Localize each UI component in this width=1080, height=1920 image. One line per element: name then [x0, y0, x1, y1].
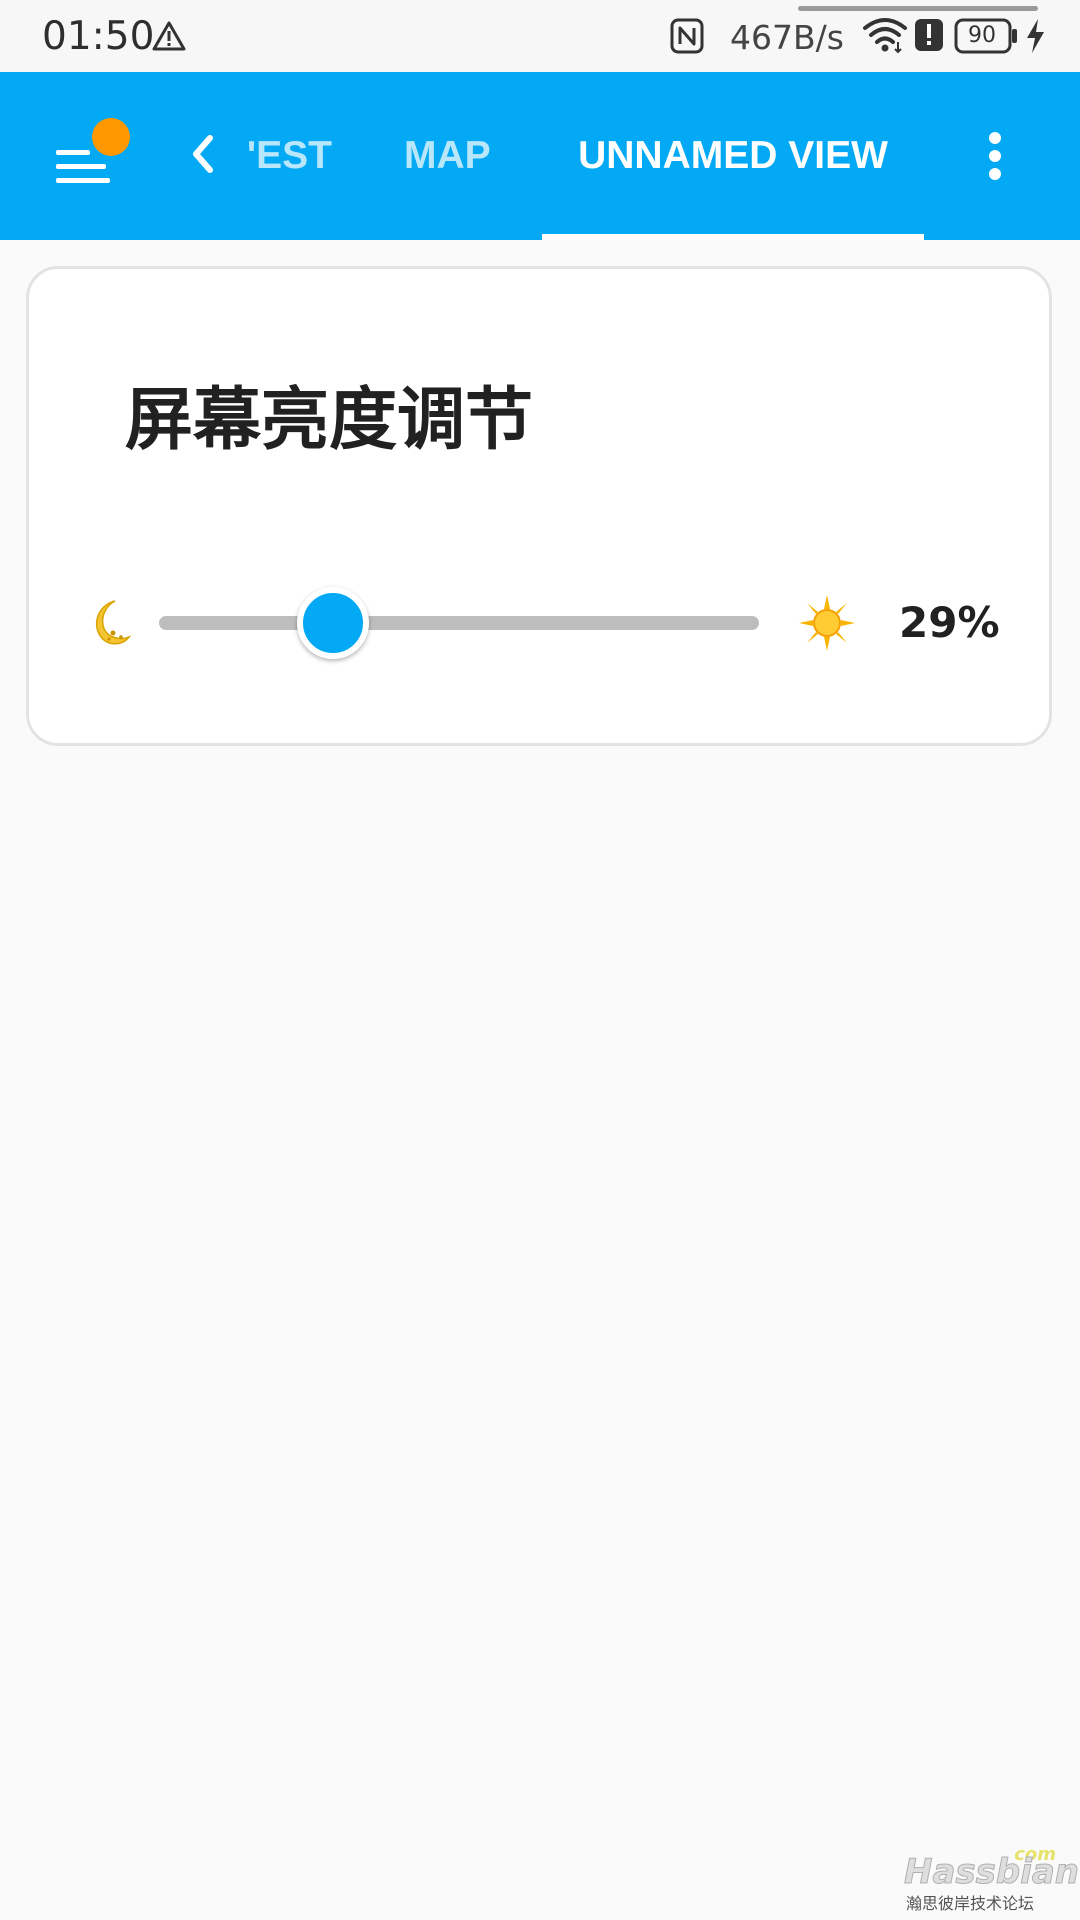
status-time: 01:50 [42, 14, 155, 59]
brightness-value: 29% [899, 598, 1000, 647]
watermark: com Hassbian 瀚思彼岸技术论坛 [902, 1844, 1079, 1913]
more-vert-icon[interactable] [970, 120, 1020, 192]
moon-icon[interactable] [79, 597, 131, 649]
tab-map[interactable]: MAP [404, 72, 491, 240]
card-title: 屏幕亮度调节 [125, 381, 534, 460]
app-header: 'EST MAP UNNAMED VIEW [0, 72, 1080, 240]
tab-label: UNNAMED VIEW [578, 134, 888, 177]
status-bar: 01:50 467B/s 90 [0, 0, 1080, 72]
slider-thumb[interactable] [297, 587, 369, 659]
nfc-icon [670, 18, 704, 54]
brightness-slider[interactable] [159, 583, 759, 663]
battery-level: 90 [968, 23, 996, 48]
gesture-handle [798, 6, 1038, 11]
menu-button[interactable] [40, 112, 132, 202]
notification-badge [92, 118, 130, 156]
watermark-subtitle: 瀚思彼岸技术论坛 [906, 1894, 1035, 1913]
tab-test[interactable]: 'EST [232, 72, 332, 240]
wifi-icon [863, 18, 907, 54]
chevron-left-icon[interactable] [178, 124, 228, 184]
brightness-card: 屏幕亮度调节 29% [26, 266, 1052, 746]
tab-label: 'EST [246, 134, 332, 177]
tab-label: MAP [404, 134, 491, 177]
tab-selected-indicator [542, 234, 924, 240]
tab-unnamed-view[interactable]: UNNAMED VIEW [542, 72, 924, 240]
warning-icon [152, 21, 186, 51]
network-speed: 467B/s [730, 18, 844, 57]
slider-track [159, 616, 759, 630]
charging-icon [1027, 19, 1044, 53]
watermark-brand: Hassbian [903, 1852, 1080, 1893]
alert-icon [915, 19, 943, 51]
sun-icon[interactable] [799, 595, 855, 651]
